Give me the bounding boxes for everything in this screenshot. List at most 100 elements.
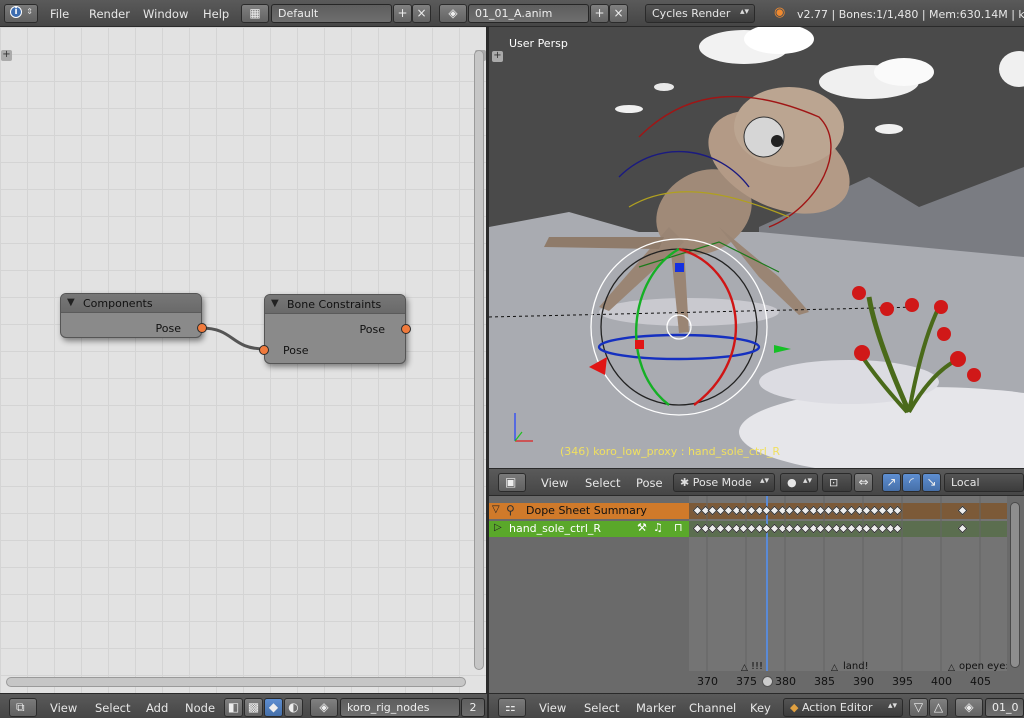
node-bone-constraints[interactable]: ▼ Bone Constraints Pose Pose [259, 294, 411, 364]
marker-label[interactable]: open eye: [959, 661, 1009, 672]
interaction-mode-dropdown[interactable]: ✱ Pose Mode ▴▾ [673, 473, 775, 492]
tree-type-shader[interactable]: ◧ [224, 698, 243, 717]
cube-icon: ◆ [268, 700, 279, 714]
channel-name: Dope Sheet Summary [526, 504, 647, 517]
action-browse[interactable]: ◈ [955, 698, 983, 717]
marker-triangle-icon[interactable]: △ [948, 663, 955, 673]
keyframe-area[interactable]: 370 375 380 385 390 395 400 405 △ !!! △ … [689, 496, 1009, 694]
node-editor-horizontal-scrollbar[interactable] [6, 677, 466, 687]
node-editor-header: ⧉ View Select Add Node ◧ ▩ ◆ ◐ ◈ koro_ri… [0, 693, 487, 718]
marker-triangle-icon[interactable]: △ [831, 663, 838, 673]
menu-select[interactable]: Select [585, 476, 620, 490]
current-frame-handle[interactable] [762, 676, 773, 687]
channel-bone[interactable]: ▷ hand_sole_ctrl_R ⚒ ♫ ⊓ [489, 521, 689, 537]
wrench-icon[interactable]: ⚒ [637, 521, 647, 534]
translate-manipulator[interactable]: ↗ [882, 473, 901, 492]
node-header[interactable]: ▼ Bone Constraints [265, 295, 405, 314]
toolshelf-toggle[interactable]: + [492, 51, 503, 62]
collapse-triangle-icon[interactable]: ▼ [67, 297, 75, 308]
chevron-down-icon: ▽ [913, 700, 924, 714]
frame-label: 400 [931, 675, 952, 688]
menu-add[interactable]: Add [146, 701, 168, 715]
channel-summary[interactable]: ▽ ⚲ Dope Sheet Summary [489, 503, 689, 519]
editor-type-dopesheet-button[interactable]: ⚏ [498, 698, 526, 717]
shading-dropdown[interactable]: ● ▴▾ [780, 473, 818, 492]
delete-screen-button[interactable]: × [412, 4, 431, 23]
marker-triangle-icon[interactable]: △ [741, 663, 748, 673]
rotate-manipulator[interactable]: ◜ [902, 473, 921, 492]
input-socket-label: Pose [283, 344, 309, 357]
marker-label[interactable]: !!! [751, 661, 763, 672]
delete-scene-button[interactable]: × [609, 4, 628, 23]
tree-type-custom[interactable]: ◆ [264, 698, 283, 717]
node-editor-canvas[interactable]: + + ▼ Components Pose ▼ Bone Constraints… [0, 27, 488, 693]
menu-node[interactable]: Node [185, 701, 215, 715]
pivot-icon: ⊡ [829, 476, 839, 489]
editor-type-info-button[interactable]: i ⇕ [4, 4, 38, 23]
solid-shading-icon: ● [787, 476, 797, 489]
menu-view[interactable]: View [50, 701, 77, 715]
dopesheet-editor[interactable]: ▽ ⚲ Dope Sheet Summary ▷ hand_sole_ctrl_… [489, 495, 1024, 694]
transform-orientation-dropdown[interactable]: Local [944, 473, 1024, 492]
dopesheet-vertical-scrollbar[interactable] [1010, 502, 1020, 668]
node-tree-browse[interactable]: ◈ [310, 698, 338, 717]
render-engine-label: Cycles Render [652, 7, 731, 20]
menu-select[interactable]: Select [95, 701, 130, 715]
menu-view[interactable]: View [539, 701, 566, 715]
collapse-triangle-icon[interactable]: ▷ [494, 522, 502, 533]
dopesheet-icon: ⚏ [505, 700, 516, 714]
output-socket[interactable] [401, 324, 411, 334]
rotate-icon: ◜ [909, 475, 914, 489]
lock-icon[interactable]: ⊓ [674, 521, 683, 534]
scale-manipulator[interactable]: ↘ [922, 473, 941, 492]
scene-name-field[interactable]: 01_01_A.anim [468, 4, 589, 23]
stash-button[interactable]: △ [929, 698, 948, 717]
menu-pose[interactable]: Pose [636, 476, 663, 490]
render-engine-dropdown[interactable]: Cycles Render ▴▾ [645, 4, 755, 23]
chevron-updown-icon: ⇕ [26, 7, 33, 16]
node-editor-vertical-scrollbar[interactable] [474, 50, 484, 670]
tree-type-compositor[interactable]: ◐ [284, 698, 303, 717]
input-socket[interactable] [259, 345, 269, 355]
scene-picker[interactable]: ◈ [439, 4, 467, 23]
menu-render[interactable]: Render [89, 7, 130, 21]
menu-file[interactable]: File [50, 7, 69, 21]
speaker-icon[interactable]: ♫ [653, 521, 663, 534]
pivot-dropdown[interactable]: ⊡ [822, 473, 852, 492]
screen-layout-field[interactable]: Default [271, 4, 392, 23]
editor-type-3dview-button[interactable]: ▣ [498, 473, 526, 492]
frame-label: 370 [697, 675, 718, 688]
node-tree-name[interactable]: koro_rig_nodes [340, 698, 460, 717]
menu-key[interactable]: Key [750, 701, 771, 715]
scene-render [489, 27, 1024, 468]
output-socket[interactable] [197, 323, 207, 333]
3d-viewport[interactable]: User Persp (346) koro_low_proxy : hand_s… [489, 27, 1024, 468]
view-label: User Persp [509, 37, 568, 50]
menu-help[interactable]: Help [203, 7, 229, 21]
screen-layout-picker[interactable]: ▦ [241, 4, 269, 23]
menu-channel[interactable]: Channel [689, 701, 736, 715]
menu-window[interactable]: Window [143, 7, 188, 21]
collapse-triangle-icon[interactable]: ▼ [271, 298, 279, 309]
node-tree-users[interactable]: 2 [461, 698, 485, 717]
node-components[interactable]: ▼ Components Pose [60, 293, 207, 338]
dopesheet-mode-dropdown[interactable]: ◆ Action Editor ▴▾ [783, 698, 903, 717]
editor-type-node-button[interactable]: ⧉ [9, 698, 37, 717]
add-screen-button[interactable]: + [393, 4, 412, 23]
tree-type-texture[interactable]: ▩ [244, 698, 263, 717]
output-socket-label: Pose [359, 323, 385, 336]
add-scene-button[interactable]: + [590, 4, 609, 23]
menu-marker[interactable]: Marker [636, 701, 676, 715]
manipulator-toggle[interactable]: ⇔ [854, 473, 873, 492]
chevron-updown-icon: ▴▾ [759, 476, 769, 486]
menu-select[interactable]: Select [584, 701, 619, 715]
action-name-field[interactable]: 01_0 [985, 698, 1024, 717]
action-icon: ◆ [790, 701, 799, 714]
node-tree-icon: ◈ [319, 700, 329, 714]
menu-view[interactable]: View [541, 476, 568, 490]
node-header[interactable]: ▼ Components [61, 294, 201, 313]
push-down-button[interactable]: ▽ [909, 698, 928, 717]
chevron-updown-icon: ▴▾ [887, 701, 897, 711]
expand-triangle-icon[interactable]: ▽ [492, 504, 500, 515]
marker-label[interactable]: land! [843, 661, 869, 672]
